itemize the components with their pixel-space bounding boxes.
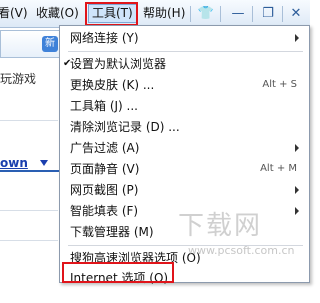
chevron-down-icon <box>40 160 48 166</box>
menu-item-label: 广告过滤 (A) <box>70 141 140 155</box>
background-text: 玩游戏 <box>0 72 37 86</box>
chevron-right-icon <box>295 186 299 194</box>
minimize-icon[interactable]: — <box>226 3 250 24</box>
internet-options-highlight-box <box>62 262 174 283</box>
menu-item-label: 下载管理器 (M) <box>70 225 154 239</box>
menu-item-label: 清除浏览记录 (D) ... <box>70 120 180 134</box>
divider <box>220 6 221 22</box>
divider <box>0 210 58 211</box>
chevron-right-icon <box>295 207 299 215</box>
divider <box>0 120 58 121</box>
menu-item-change-skin[interactable]: 更换皮肤 (K) ... Alt + S <box>60 75 309 95</box>
divider <box>68 51 303 52</box>
restore-icon[interactable]: ❐ <box>256 3 280 24</box>
menu-item-ad-filter[interactable]: 广告过滤 (A) <box>60 138 309 158</box>
menu-item-label: 工具箱 (J) ... <box>70 99 138 113</box>
menu-item-label: 智能填表 (F) <box>70 204 139 218</box>
menu-item-label: 网络连接 (Y) <box>70 31 139 45</box>
menu-item-clear-history[interactable]: 清除浏览记录 (D) ... <box>60 117 309 137</box>
skin-icon[interactable]: 👕 <box>194 3 218 24</box>
menu-item-toolbox[interactable]: 工具箱 (J) ... <box>60 96 309 116</box>
divider <box>0 170 60 172</box>
divider <box>252 6 253 22</box>
tools-highlight-box <box>85 2 138 26</box>
divider <box>0 240 58 241</box>
menu-item-label: 页面静音 (V) <box>70 162 140 176</box>
close-icon[interactable]: ✕ <box>284 3 308 24</box>
chevron-right-icon <box>295 34 299 42</box>
browser-logo-icon: 新 <box>42 36 58 52</box>
menu-view[interactable]: 查看(V) <box>0 4 28 23</box>
watermark-title: 下载网 <box>178 211 263 241</box>
background-link[interactable]: own <box>0 156 28 170</box>
divider <box>282 6 283 22</box>
divider <box>190 6 191 22</box>
menu-item-label: 更换皮肤 (K) ... <box>70 78 155 92</box>
menu-item-label: 网页截图 (P) <box>70 183 139 197</box>
menu-item-screenshot[interactable]: 网页截图 (P) <box>60 180 309 200</box>
menu-help[interactable]: 帮助(H) <box>143 4 185 23</box>
menu-bar: 查看(V) 收藏(O) 工具(T) 帮助(H) 👕 — ❐ ✕ <box>0 0 310 28</box>
menu-item-shortcut: Alt + M <box>260 163 297 174</box>
watermark-url: www.pcsoft.com.cn <box>188 244 295 257</box>
menu-item-shortcut: Alt + S <box>262 79 297 90</box>
chevron-right-icon <box>295 144 299 152</box>
menu-item-mute-page[interactable]: 页面静音 (V) Alt + M <box>60 159 309 179</box>
menu-item-label: 设置为默认浏览器 <box>70 57 167 71</box>
menu-favorites[interactable]: 收藏(O) <box>36 4 79 23</box>
menu-item-network[interactable]: 网络连接 (Y) <box>60 28 309 48</box>
menu-item-default-browser[interactable]: ✔ 设置为默认浏览器 <box>60 54 309 74</box>
